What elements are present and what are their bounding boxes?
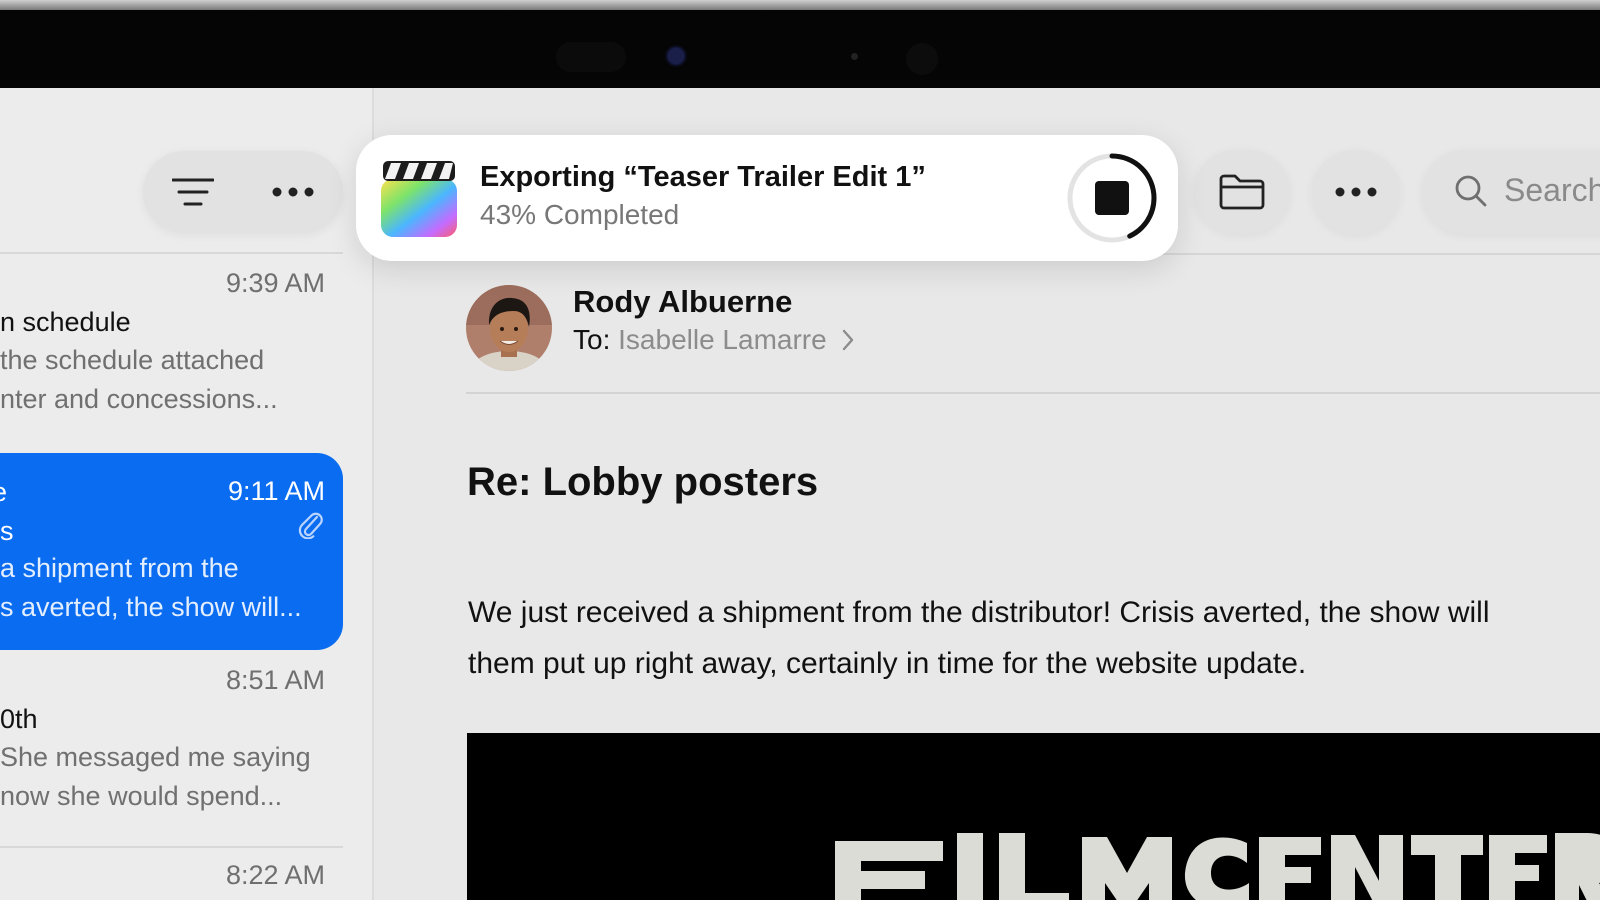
poster-attachment[interactable] (467, 733, 1600, 900)
list-item[interactable]: 9:39 AM n schedule the schedule attached… (0, 268, 343, 438)
ellipsis-icon (1335, 187, 1377, 197)
message-time: 8:51 AM (225, 665, 325, 695)
message-subject: n schedule (0, 307, 131, 337)
message-time: 8:22 AM (225, 860, 325, 890)
list-toolbar (143, 151, 343, 233)
device-bezel (0, 10, 1600, 88)
message-time: 9:39 AM (225, 268, 325, 298)
message-preview-line: the schedule attached (0, 345, 265, 375)
sensor-dot (906, 43, 938, 75)
export-progress-banner[interactable]: Exporting “Teaser Trailer Edit 1” 43% Co… (356, 135, 1178, 261)
list-divider (0, 252, 343, 254)
message-sender: e (0, 477, 7, 508)
message-preview-line: s averted, the show will... (0, 592, 302, 622)
mail-app: 9:39 AM n schedule the schedule attached… (0, 88, 1600, 900)
folder-icon (1219, 174, 1265, 210)
message-subject: s (0, 516, 14, 546)
camera-lens (668, 48, 684, 64)
device-bezel-edge (0, 0, 1600, 10)
paperclip-icon (297, 511, 323, 544)
to-label: To: (573, 324, 611, 355)
list-more-button[interactable] (243, 151, 343, 233)
avatar[interactable] (466, 285, 552, 371)
export-title: Exporting “Teaser Trailer Edit 1” (480, 161, 926, 193)
search-field[interactable]: Search (1422, 150, 1600, 234)
email-subject: Re: Lobby posters (467, 460, 819, 504)
header-divider (466, 392, 1600, 394)
message-time: 9:11 AM (227, 476, 325, 506)
message-list: 9:39 AM n schedule the schedule attached… (0, 88, 374, 900)
chevron-right-icon (842, 326, 854, 358)
search-placeholder: Search (1504, 172, 1600, 208)
list-divider (0, 846, 343, 848)
final-cut-pro-icon (381, 161, 457, 237)
filmcenter-poster-image (835, 833, 1600, 900)
export-status: 43% Completed (480, 199, 680, 230)
message-preview-line: a shipment from the (0, 553, 239, 583)
message-preview-line: nter and concessions... (0, 384, 278, 414)
progress-ring (1067, 153, 1157, 243)
message-preview-line: now she would spend... (0, 781, 283, 811)
stop-export-button[interactable] (1066, 152, 1158, 244)
ellipsis-icon (272, 187, 314, 197)
move-to-folder-button[interactable] (1194, 150, 1290, 234)
list-item[interactable]: 8:22 AM (0, 860, 343, 900)
list-item[interactable]: 8:51 AM 0th She messaged me saying now s… (0, 665, 343, 835)
message-preview-line: She messaged me saying (0, 742, 311, 772)
ambient-sensor (851, 53, 858, 60)
sender-name[interactable]: Rody Albuerne (573, 284, 792, 320)
email-body: We just received a shipment from the dis… (468, 587, 1600, 689)
message-subject: 0th (0, 704, 38, 734)
filter-button[interactable] (143, 151, 243, 233)
email-body-line: We just received a shipment from the dis… (468, 596, 1490, 629)
filter-lines-icon (172, 178, 214, 206)
recipient-row[interactable]: To: Isabelle Lamarre (573, 324, 854, 358)
email-body-line: them put up right away, certainly in tim… (468, 647, 1307, 680)
search-icon (1454, 174, 1488, 213)
sensor-housing (556, 42, 626, 72)
message-more-button[interactable] (1312, 150, 1400, 234)
recipient-name: Isabelle Lamarre (618, 324, 827, 355)
list-item-selected[interactable]: e 9:11 AM s a shipment from the s averte… (0, 453, 343, 650)
stop-icon (1095, 181, 1129, 215)
